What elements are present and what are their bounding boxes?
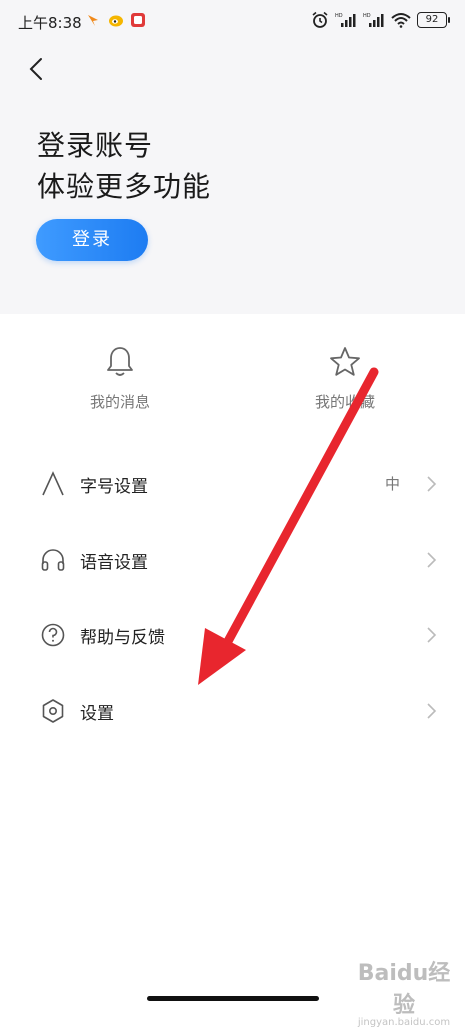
my-favorites-label: 我的收藏 [314, 393, 375, 411]
headphones-icon [41, 549, 65, 571]
signal-icon-2: HD [363, 13, 384, 27]
login-button[interactable]: 登录 [36, 219, 148, 261]
alarm-icon [312, 11, 328, 28]
my-messages-button[interactable]: 我的消息 [45, 345, 195, 412]
chevron-right-icon [427, 627, 437, 643]
signal-icon: HD [335, 13, 356, 27]
status-bar: 上午8:38 HD HD 92 [0, 0, 465, 44]
login-subtitle: 体验更多功能 [37, 170, 212, 203]
font-size-value: 中 [385, 475, 401, 493]
menu-item-label: 语音设置 [80, 553, 148, 573]
menu-item-label: 帮助与反馈 [80, 628, 165, 648]
menu-item-label: 字号设置 [80, 477, 148, 497]
battery-icon: 92 [417, 12, 450, 28]
login-title: 登录账号 [37, 129, 154, 162]
status-left-icons [86, 12, 146, 28]
my-favorites-button[interactable]: 我的收藏 [270, 345, 420, 412]
status-time: 上午8:38 [18, 14, 82, 32]
app-icon [131, 13, 145, 27]
back-button[interactable] [22, 54, 52, 84]
weibo-icon [109, 15, 123, 27]
wifi-icon [391, 13, 411, 28]
bell-icon [107, 347, 133, 376]
settings-hexagon-icon [42, 699, 64, 723]
my-messages-label: 我的消息 [89, 393, 150, 411]
notification-icon [88, 15, 98, 26]
svg-text:HD: HD [363, 13, 371, 19]
menu-item-settings[interactable]: 设置 [0, 681, 465, 741]
status-right-icons: HD HD 92 [311, 11, 450, 29]
menu-item-voice[interactable]: 语音设置 [0, 530, 465, 590]
menu-item-label: 设置 [80, 704, 114, 724]
font-icon [42, 471, 64, 496]
menu-item-font-size[interactable]: 字号设置 中 [0, 454, 465, 514]
watermark: Baidu经验 jingyan.baidu.com [348, 955, 460, 1028]
chevron-right-icon [427, 703, 437, 719]
menu-item-help[interactable]: 帮助与反馈 [0, 605, 465, 665]
help-icon [41, 623, 65, 647]
home-indicator[interactable] [147, 996, 319, 1001]
star-icon [330, 347, 360, 376]
watermark-brand: Baidu经验 [357, 961, 451, 1018]
svg-text:HD: HD [335, 13, 343, 19]
watermark-url: jingyan.baidu.com [357, 1017, 451, 1028]
chevron-right-icon [427, 476, 437, 492]
chevron-right-icon [427, 552, 437, 568]
